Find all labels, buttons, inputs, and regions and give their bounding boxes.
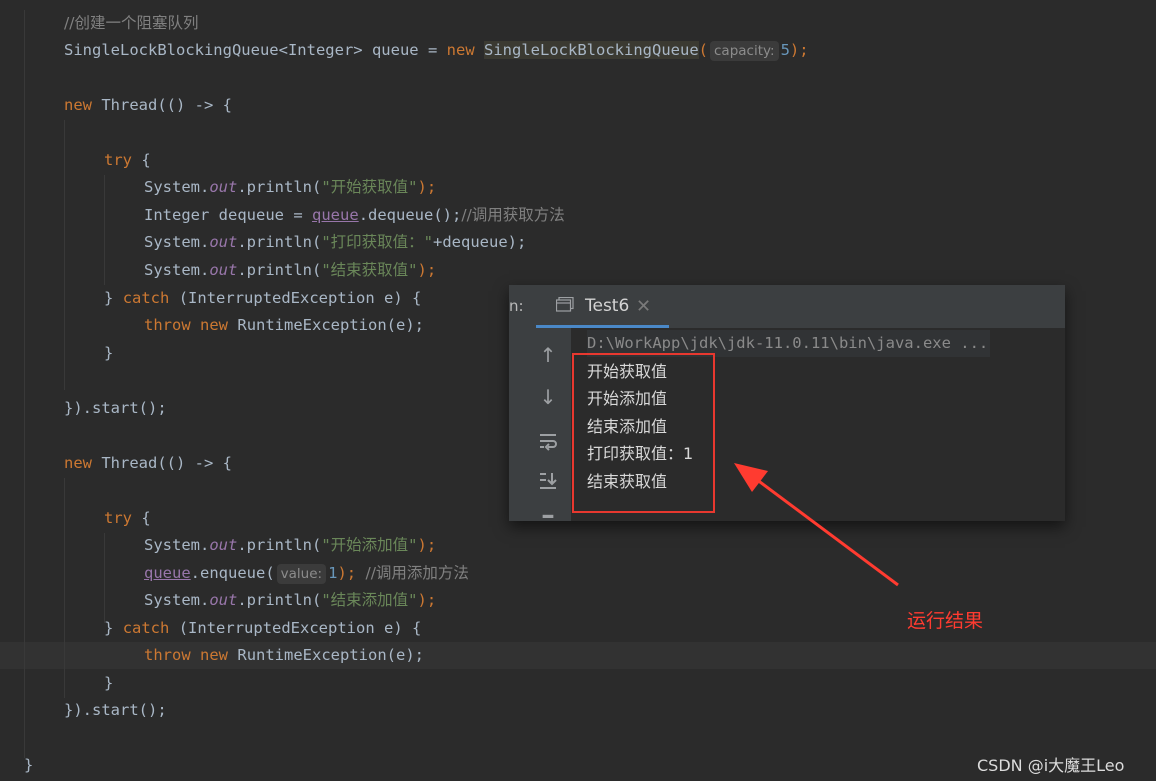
output-highlight-box [572, 353, 715, 513]
run-toolbar: ↑ ↓ ▬ [509, 328, 571, 521]
code-line-7: System.out.println("开始获取值"); [144, 178, 437, 196]
code-line-8: Integer dequeue = queue.dequeue();//调用获取… [144, 206, 565, 224]
code-line-17: new Thread(() -> { [64, 454, 232, 472]
constructor-highlight: SingleLockBlockingQueue [484, 41, 699, 59]
print-icon[interactable]: ▬ [537, 506, 559, 518]
close-icon[interactable]: ✕ [636, 296, 651, 317]
code-line-22: System.out.println("结束添加值"); [144, 591, 437, 609]
indent-guide [104, 175, 105, 285]
arrow-up-icon[interactable]: ↑ [537, 344, 559, 366]
console-icon [556, 297, 574, 312]
code-line-13: } [104, 344, 114, 362]
code-line-6: try { [104, 151, 151, 169]
code-line-4: new Thread(() -> { [64, 96, 232, 114]
code-line-2: SingleLockBlockingQueue<Integer> queue =… [64, 41, 809, 61]
param-hint-capacity: capacity: [710, 41, 779, 61]
indent-guide [104, 533, 105, 623]
code-line-20: System.out.println("开始添加值"); [144, 536, 437, 554]
code-line-15: }).start(); [64, 399, 167, 417]
param-hint-value: value: [276, 564, 327, 584]
code-line-25: } [104, 674, 114, 692]
code-line-1: //创建一个阻塞队列 [64, 14, 199, 32]
watermark: CSDN @i大魔王Leo [977, 756, 1125, 775]
annotation-label: 运行结果 [907, 610, 984, 632]
indent-guide [64, 120, 65, 390]
indent-guide [24, 10, 25, 758]
code-line-9: System.out.println("打印获取值："+dequeue); [144, 233, 527, 251]
code-line-23: } catch (InterruptedException e) { [104, 619, 422, 637]
code-line-21: queue.enqueue(value: 1); //调用添加方法 [144, 564, 469, 584]
code-line-10: System.out.println("结束获取值"); [144, 261, 437, 279]
tab-test6[interactable]: Test6 [585, 296, 629, 316]
arrow-down-icon[interactable]: ↓ [537, 386, 559, 408]
run-tab-bar: n: Test6 ✕ [509, 286, 1065, 328]
code-line-11: } catch (InterruptedException e) { [104, 289, 422, 307]
scroll-to-end-icon[interactable] [537, 470, 559, 492]
soft-wrap-icon[interactable] [537, 430, 559, 452]
code-line-28: } [24, 756, 34, 774]
code-line-19: try { [104, 509, 151, 527]
code-line-12: throw new RuntimeException(e); [144, 316, 424, 334]
indent-guide [64, 478, 65, 698]
code-line-24: throw new RuntimeException(e); [144, 646, 424, 664]
run-label: n: [509, 297, 524, 315]
code-line-26: }).start(); [64, 701, 167, 719]
